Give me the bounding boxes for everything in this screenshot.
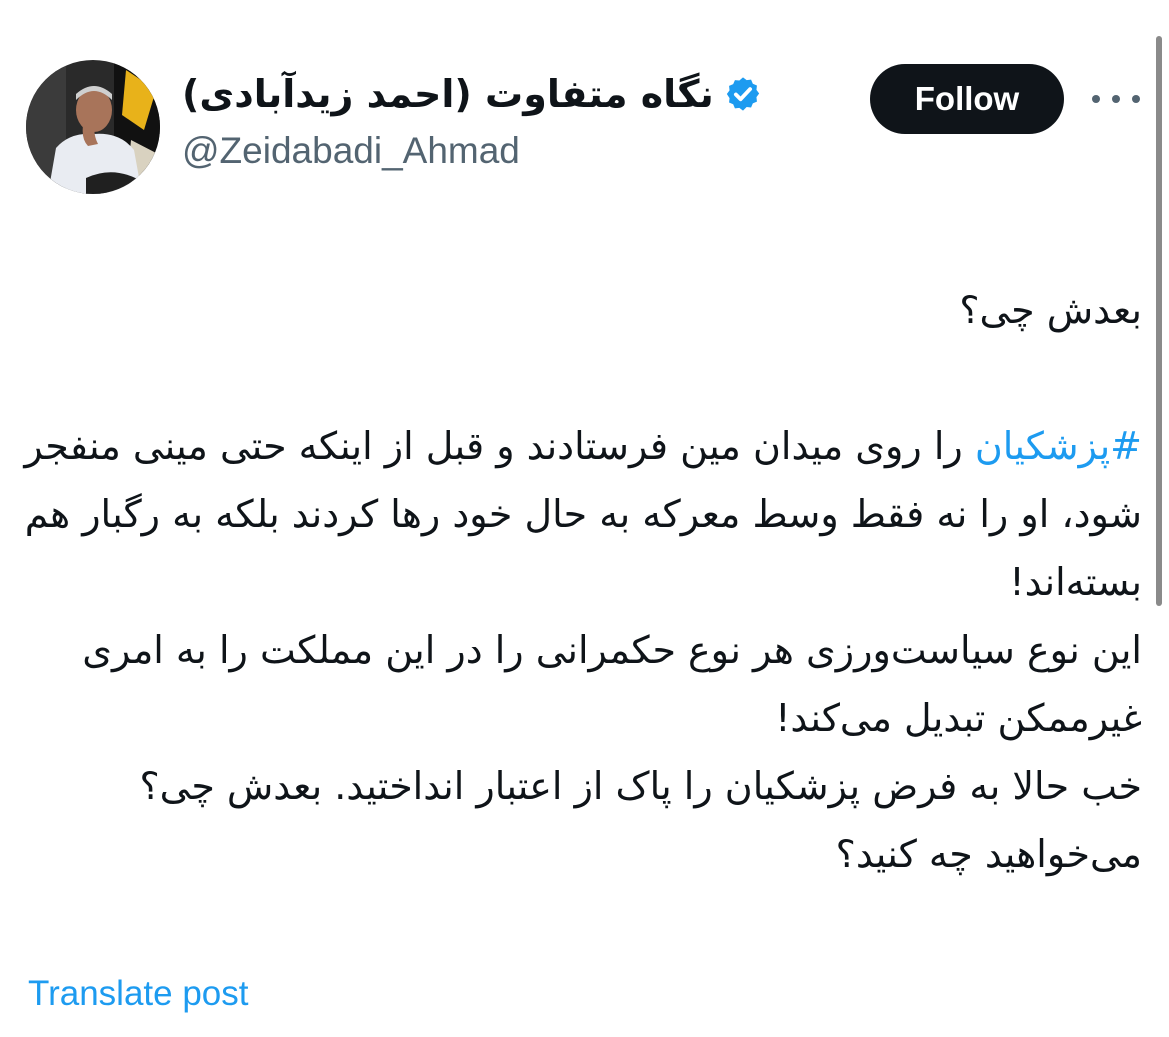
author-handle[interactable]: @Zeidabadi_Ahmad (182, 130, 520, 172)
scrollbar[interactable] (1156, 36, 1162, 606)
tweet-line: بعدش چی؟ (959, 288, 1142, 332)
tweet-paragraph: #پزشکیان را روی میدان مین فرستادند و قبل… (22, 412, 1142, 616)
tweet-text: بعدش چی؟ #پزشکیان را روی میدان مین فرستا… (22, 276, 1142, 888)
avatar[interactable] (26, 60, 160, 194)
hashtag-link[interactable]: #پزشکیان (975, 424, 1142, 468)
tweet-paragraph: این نوع سیاست‌ورزی هر نوع حکمرانی را در … (82, 628, 1142, 740)
author-name-row: نگاه متفاوت (احمد زیدآبادی) (182, 72, 782, 116)
translate-post-link[interactable]: Translate post (28, 974, 248, 1014)
verified-badge-icon[interactable] (724, 75, 762, 113)
author-display-name[interactable]: نگاه متفاوت (احمد زیدآبادی) (182, 72, 714, 116)
profile-photo (26, 60, 160, 194)
more-options-icon[interactable] (1092, 88, 1140, 110)
follow-button[interactable]: Follow (870, 64, 1064, 134)
tweet-paragraph: خب حالا به فرض پزشکیان را پاک از اعتبار … (139, 764, 1143, 876)
